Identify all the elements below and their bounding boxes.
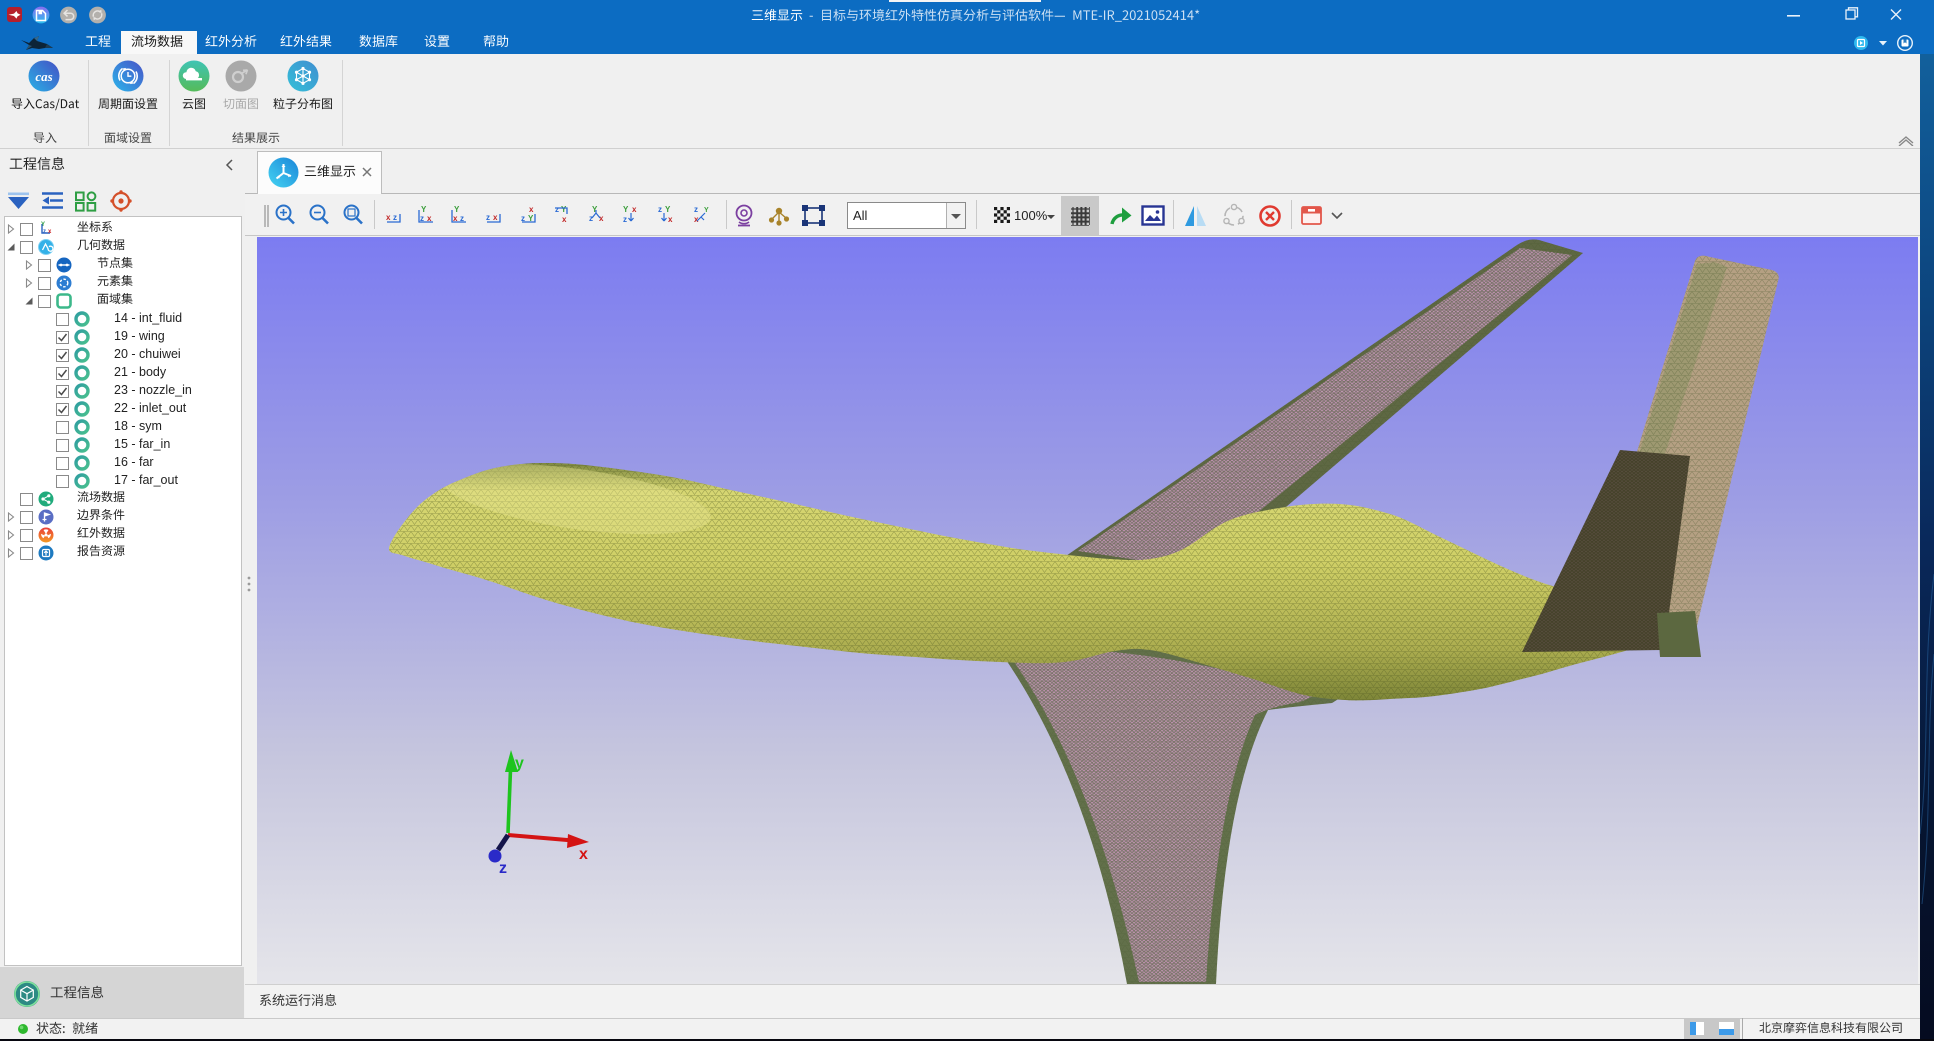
svg-text:x: x [386,213,391,222]
svg-text:Y: Y [454,205,460,214]
svg-text:x: x [599,214,604,223]
svg-text:z: z [589,214,593,223]
svg-text:x: x [668,215,673,224]
svg-text:z: z [623,215,627,224]
svg-text:z: z [694,205,698,214]
svg-text:x: x [529,205,534,214]
svg-text:x: x [48,229,52,235]
svg-text:y: y [515,755,524,772]
svg-text:x: x [632,205,637,214]
svg-text:Y: Y [665,205,671,214]
svg-text:cas: cas [35,69,52,84]
svg-text:x: x [579,846,588,863]
svg-text:z: z [499,860,507,877]
svg-text:Y: Y [41,222,45,228]
svg-text:Y: Y [561,205,567,214]
svg-text:z: z [555,205,559,214]
svg-text:z: z [43,229,46,235]
svg-text:Y: Y [421,205,427,214]
svg-text:x: x [493,213,498,222]
svg-text:z: z [393,213,397,222]
svg-text:x: x [562,215,567,224]
svg-text:z: z [486,213,490,222]
svg-text:Y: Y [592,205,598,214]
svg-text:z: z [658,205,662,214]
svg-text:Y: Y [623,205,629,214]
